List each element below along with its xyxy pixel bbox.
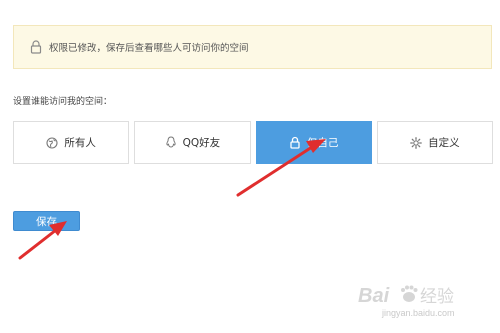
baidu-jingyan-watermark: Bai 经验 jingyan.baidu.com: [358, 285, 455, 318]
qq-penguin-icon: [165, 136, 177, 149]
lock-icon: [30, 40, 42, 54]
lock-icon: [289, 136, 301, 149]
option-only-me-label: 仅自己: [306, 137, 339, 149]
option-qq-friends-label: QQ好友: [182, 137, 221, 149]
option-custom[interactable]: 自定义: [376, 121, 493, 164]
option-everyone-label: 所有人: [64, 137, 96, 149]
option-everyone[interactable]: 所有人: [13, 121, 130, 164]
paw-logo-icon: [401, 285, 418, 302]
option-qq-friends[interactable]: QQ好友: [134, 121, 251, 164]
notice-text: 权限已修改，保存后查看哪些人可访问你的空间: [49, 43, 249, 54]
svg-text:jingyan.baidu.com: jingyan.baidu.com: [381, 308, 455, 318]
svg-text:Bai: Bai: [358, 285, 390, 307]
globe-icon: [46, 136, 58, 149]
permission-label: 设置谁能访问我的空间：: [13, 97, 113, 107]
option-custom-label: 自定义: [428, 137, 460, 149]
permission-notice: 权限已修改，保存后查看哪些人可访问你的空间: [13, 25, 492, 69]
svg-text:经验: 经验: [420, 287, 454, 307]
permission-options: 所有人 QQ好友 仅自己 自定义: [13, 121, 493, 164]
gear-icon: [410, 136, 422, 149]
save-button[interactable]: 保存: [13, 211, 80, 231]
option-only-me[interactable]: 仅自己: [255, 121, 372, 164]
